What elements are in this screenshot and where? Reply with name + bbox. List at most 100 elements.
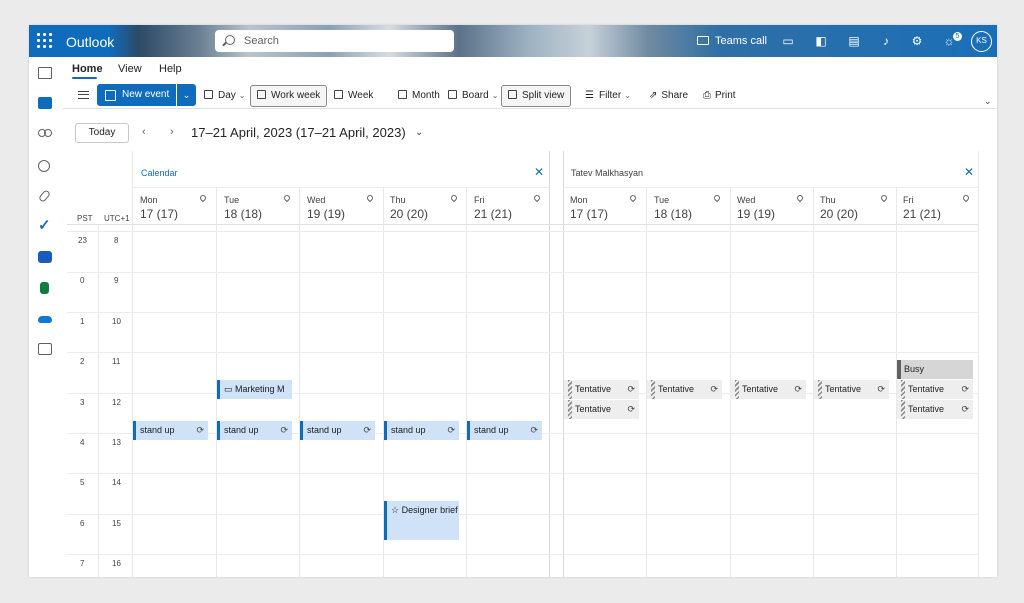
location-pin-icon[interactable] xyxy=(628,193,638,203)
hour-label: 11 xyxy=(112,357,121,366)
month-view-button[interactable]: Month xyxy=(398,86,440,106)
board-icon xyxy=(448,90,457,99)
mail-icon[interactable] xyxy=(38,67,52,79)
tab-help[interactable]: Help xyxy=(159,63,182,75)
chat-icon[interactable]: ▭ xyxy=(781,34,795,48)
filter-icon: ☰ xyxy=(585,90,594,101)
location-pin-icon[interactable] xyxy=(961,193,971,203)
more-apps-icon[interactable] xyxy=(38,343,52,355)
event-standup[interactable]: stand up ⟳ xyxy=(300,421,375,440)
location-pin-icon[interactable] xyxy=(712,193,722,203)
app-launcher-icon[interactable] xyxy=(37,33,53,49)
print-button[interactable]: ⎙ Print xyxy=(703,86,736,106)
previous-arrow-icon[interactable]: ‹ xyxy=(142,126,146,138)
day-name: Wed xyxy=(307,195,326,205)
board-view-button[interactable]: Board ⌄ xyxy=(448,86,498,106)
whiteboard-icon[interactable]: ▤ xyxy=(847,34,861,48)
hour-label: 5 xyxy=(80,478,85,487)
calendar-icon[interactable] xyxy=(38,97,52,109)
day-number[interactable]: 19 (19) xyxy=(737,207,775,221)
date-range-picker[interactable]: 17–21 April, 2023 (17–21 April, 2023) xyxy=(191,125,406,140)
location-pin-icon[interactable] xyxy=(795,193,805,203)
recurring-icon: ⟳ xyxy=(627,404,635,414)
day-number[interactable]: 20 (20) xyxy=(820,207,858,221)
event-busy[interactable]: Busy xyxy=(897,360,973,379)
hour-label: 6 xyxy=(80,519,85,528)
day-number[interactable]: 18 (18) xyxy=(224,207,262,221)
day-name: Thu xyxy=(820,195,836,205)
day-number[interactable]: 17 (17) xyxy=(570,207,608,221)
location-pin-icon[interactable] xyxy=(449,193,459,203)
teams-call-button[interactable]: Teams call xyxy=(697,35,767,47)
tab-view[interactable]: View xyxy=(118,63,142,75)
share-button[interactable]: ⇗ Share xyxy=(649,86,688,106)
bell-icon[interactable]: ♪ xyxy=(879,34,893,48)
day-view-button[interactable]: Day ⌄ xyxy=(204,86,246,106)
event-standup[interactable]: stand up ⟳ xyxy=(467,421,542,440)
todo-icon[interactable]: ✓ xyxy=(38,218,52,233)
word-icon[interactable] xyxy=(38,251,52,263)
location-pin-icon[interactable] xyxy=(879,193,889,203)
filter-button[interactable]: ☰ Filter ⌄ xyxy=(585,86,631,106)
event-title: Tentative xyxy=(908,384,945,394)
event-title: stand up xyxy=(391,425,426,435)
office-icon[interactable]: ◧ xyxy=(814,34,828,48)
split-view-button[interactable]: Split view xyxy=(501,85,572,107)
day-number[interactable]: 17 (17) xyxy=(140,207,178,221)
event-tentative[interactable]: Tentative ⟳ xyxy=(564,400,639,419)
event-tentative[interactable]: Tentative ⟳ xyxy=(897,380,973,399)
people-icon[interactable] xyxy=(38,129,52,141)
next-arrow-icon[interactable]: › xyxy=(170,126,174,138)
chevron-down-icon: ⌄ xyxy=(238,91,246,100)
day-number[interactable]: 21 (21) xyxy=(903,207,941,221)
event-tentative[interactable]: Tentative ⟳ xyxy=(731,380,806,399)
month-label: Month xyxy=(412,90,440,101)
event-standup[interactable]: stand up ⟳ xyxy=(217,421,292,440)
week-view-button[interactable]: Week xyxy=(334,86,373,106)
app-name[interactable]: Outlook xyxy=(66,34,114,50)
chevron-down-icon[interactable]: ⌄ xyxy=(415,127,423,138)
event-tentative[interactable]: Tentative ⟳ xyxy=(897,400,973,419)
location-pin-icon[interactable] xyxy=(198,193,208,203)
close-icon[interactable]: ✕ xyxy=(534,165,544,179)
event-standup[interactable]: stand up ⟳ xyxy=(133,421,208,440)
chevron-down-icon: ⌄ xyxy=(491,91,499,100)
recurring-icon: ⟳ xyxy=(794,384,802,394)
day-number[interactable]: 21 (21) xyxy=(474,207,512,221)
pane-title-calendar: Calendar xyxy=(141,168,178,178)
work-week-icon xyxy=(257,90,266,99)
event-designer-brief[interactable]: ☆ Designer brief xyxy=(384,501,459,540)
bookings-icon[interactable] xyxy=(40,282,49,294)
event-tentative[interactable]: Tentative ⟳ xyxy=(814,380,889,399)
location-pin-icon[interactable] xyxy=(282,193,292,203)
new-event-button[interactable]: New event xyxy=(97,84,176,106)
work-week-button[interactable]: Work week xyxy=(250,85,328,107)
onedrive-icon[interactable] xyxy=(38,316,52,323)
location-pin-icon[interactable] xyxy=(532,193,542,203)
event-standup[interactable]: stand up ⟳ xyxy=(384,421,459,440)
hour-label: 7 xyxy=(80,559,85,568)
day-name: Fri xyxy=(903,195,914,205)
hamburger-icon[interactable] xyxy=(78,91,89,99)
tab-home[interactable]: Home xyxy=(72,63,103,75)
attachment-icon[interactable] xyxy=(37,189,52,203)
collapse-ribbon-icon[interactable]: ⌄ xyxy=(984,96,992,107)
event-tentative[interactable]: Tentative ⟳ xyxy=(647,380,722,399)
groups-icon[interactable] xyxy=(38,160,50,172)
event-marketing[interactable]: ▭ Marketing M xyxy=(217,380,292,399)
new-event-dropdown[interactable]: ⌄ xyxy=(177,84,196,106)
day-name: Thu xyxy=(390,195,406,205)
avatar[interactable]: KS xyxy=(971,31,992,52)
gear-icon[interactable]: ⚙ xyxy=(910,34,924,48)
active-tab-indicator xyxy=(72,77,97,79)
day-number[interactable]: 18 (18) xyxy=(654,207,692,221)
hour-label: 2 xyxy=(80,357,85,366)
event-tentative[interactable]: Tentative ⟳ xyxy=(564,380,639,399)
day-number[interactable]: 20 (20) xyxy=(390,207,428,221)
event-title: Tentative xyxy=(575,404,612,414)
day-number[interactable]: 19 (19) xyxy=(307,207,345,221)
today-button[interactable]: Today xyxy=(75,123,129,143)
close-icon[interactable]: ✕ xyxy=(964,165,974,179)
search-box[interactable]: Search xyxy=(215,30,454,52)
location-pin-icon[interactable] xyxy=(365,193,375,203)
